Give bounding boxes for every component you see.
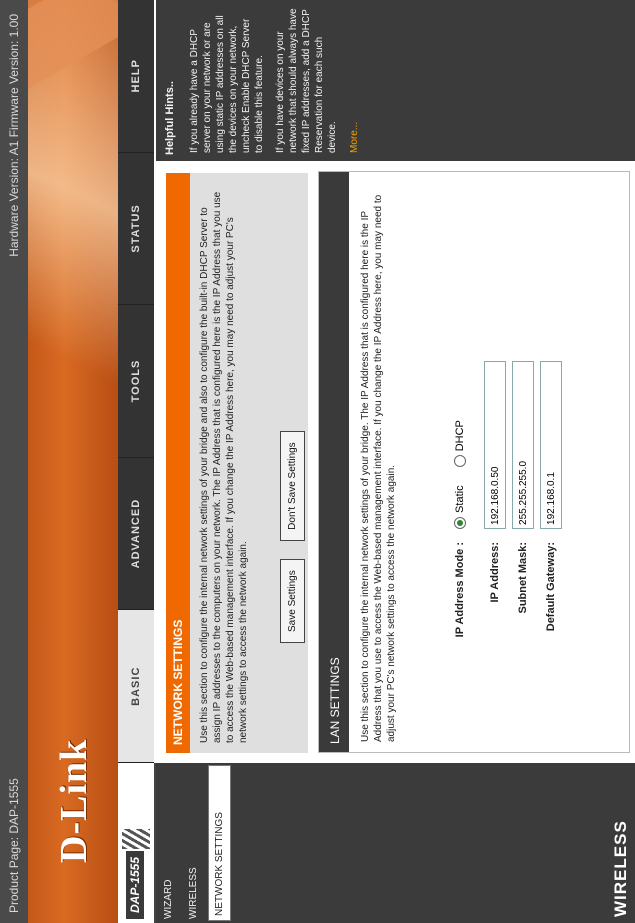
dlink-logo: D-Link [53, 738, 95, 863]
tab-basic[interactable]: BASIC [118, 610, 154, 763]
hint-paragraph-1: If you already have a DHCP server on you… [189, 15, 265, 153]
network-settings-title: NETWORK SETTINGS [166, 173, 190, 753]
default-gateway-input[interactable] [540, 360, 562, 529]
tab-status[interactable]: STATUS [118, 152, 154, 306]
left-nav: WIZARD WIRELESS NETWORK SETTINGS WIRELES… [156, 763, 635, 923]
dhcp-radio[interactable] [454, 455, 467, 468]
default-gateway-label: Default Gateway: [544, 542, 557, 632]
rotated-page-frame: Product Page: DAP-1555 Hardware Version:… [0, 0, 635, 923]
tab-help[interactable]: HELP [118, 0, 154, 153]
nav-item-wizard[interactable]: WIZARD [156, 763, 181, 923]
ip-mode-label: IP Address Mode : [454, 542, 466, 638]
static-label: Static [454, 485, 466, 513]
lan-settings-section: LAN SETTINGS Use this section to configu… [318, 171, 630, 753]
more-link[interactable]: More... [343, 0, 366, 161]
helpful-hints-title: Helpful Hints.. [164, 81, 176, 155]
top-tabs: BASIC ADVANCED TOOLS STATUS HELP [118, 0, 154, 763]
model-label: DAP-1555 [126, 850, 144, 919]
lan-settings-description: Use this section to configure the intern… [360, 194, 397, 742]
network-settings-description: Use this section to configure the intern… [199, 191, 249, 743]
info-bar: Product Page: DAP-1555 Hardware Version:… [0, 0, 28, 923]
main-content: NETWORK SETTINGS Use this section to con… [156, 163, 635, 763]
help-panel: Helpful Hints.. If you already have a DH… [156, 0, 635, 161]
save-settings-button[interactable]: Save Settings [280, 559, 305, 643]
wireless-brand-label: WIRELESS [611, 820, 630, 917]
tab-advanced[interactable]: ADVANCED [118, 457, 154, 611]
nav-item-network-settings[interactable]: NETWORK SETTINGS [208, 765, 231, 921]
hint-paragraph-2: If you have devices on your network that… [275, 8, 338, 153]
ip-address-row: IP Address: [484, 360, 506, 662]
dhcp-label: DHCP [454, 420, 466, 452]
subnet-mask-label: Subnet Mask: [516, 542, 529, 614]
header-banner: D-Link [28, 0, 118, 923]
product-page-label: Product Page: DAP-1555 [7, 778, 21, 913]
decorative-slashes [122, 829, 150, 849]
model-badge: DAP-1555 [118, 763, 156, 923]
tab-tools[interactable]: TOOLS [118, 305, 154, 458]
dont-save-settings-button[interactable]: Don't Save Settings [280, 431, 305, 541]
ip-mode-row: IP Address Mode : Static DHCP [454, 420, 467, 662]
version-label: Hardware Version: A1 Firmware Version: 1… [7, 14, 21, 257]
network-settings-section: NETWORK SETTINGS Use this section to con… [166, 173, 308, 753]
ip-address-input[interactable] [484, 360, 506, 529]
subnet-mask-input[interactable] [512, 360, 534, 529]
nav-item-wireless[interactable]: WIRELESS [181, 763, 206, 923]
ip-address-label: IP Address: [488, 542, 501, 603]
default-gateway-row: Default Gateway: [540, 360, 562, 662]
subnet-mask-row: Subnet Mask: [512, 360, 534, 662]
static-radio[interactable] [454, 516, 467, 529]
settings-buttons: Save Settings Don't Save Settings [280, 417, 305, 643]
lan-settings-title: LAN SETTINGS [319, 172, 349, 752]
